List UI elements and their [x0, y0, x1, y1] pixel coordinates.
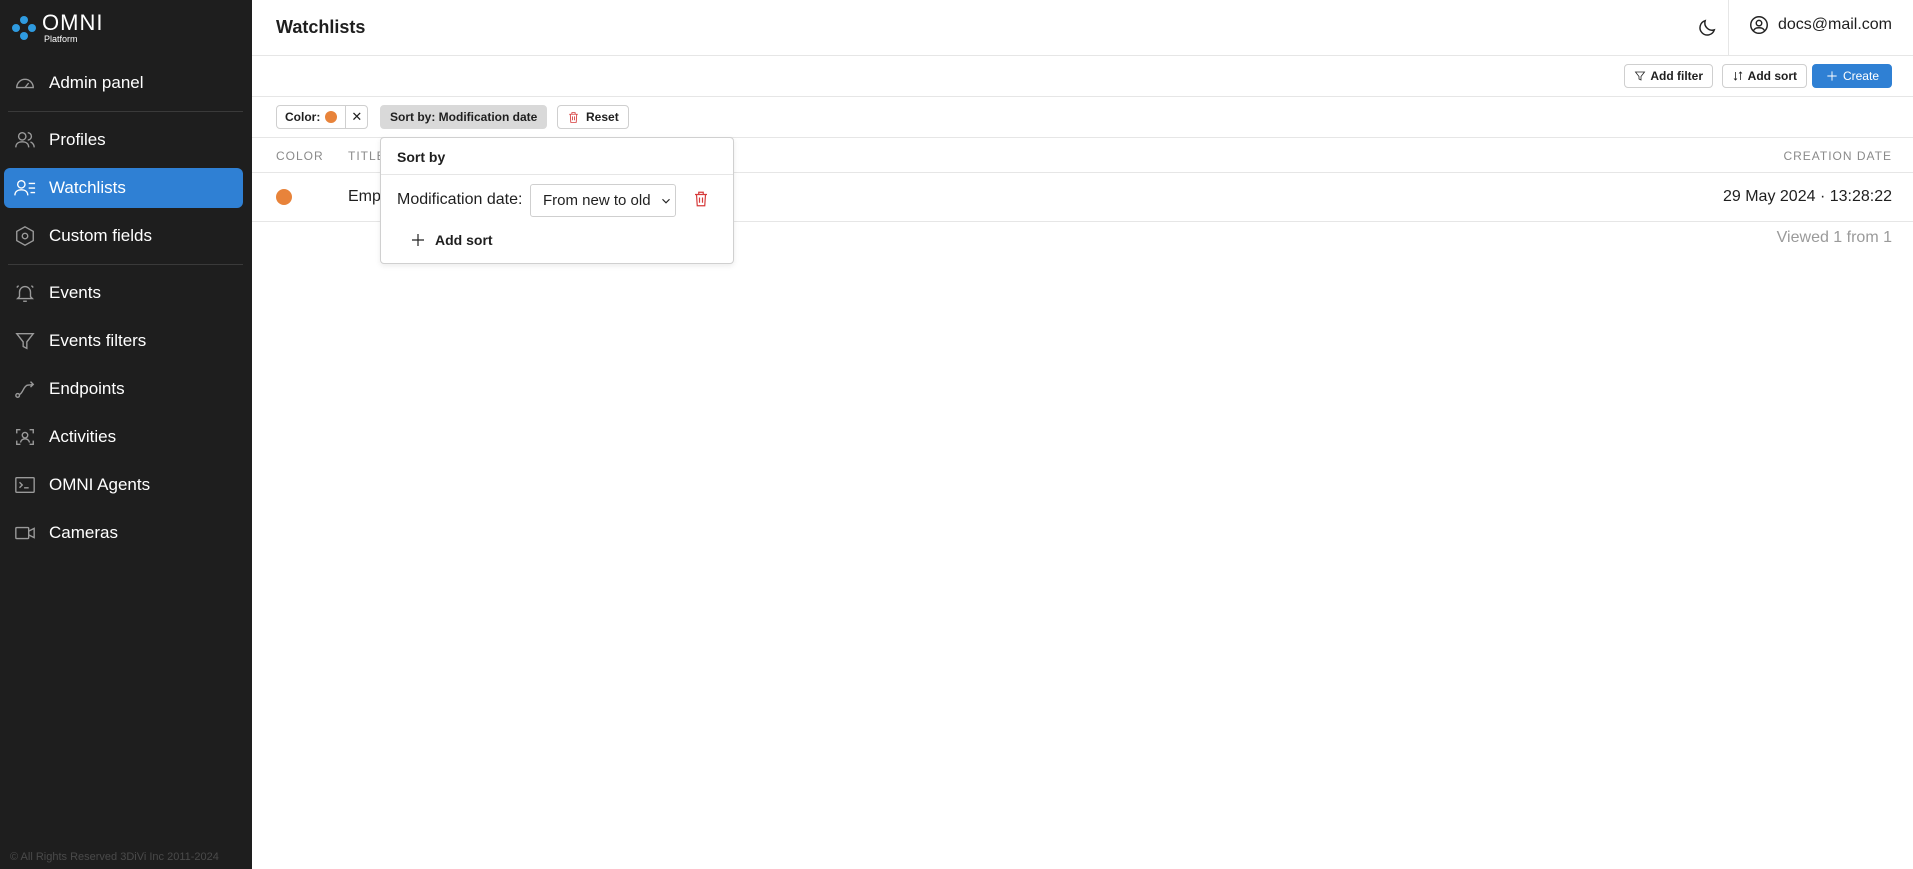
sidebar-item-endpoints[interactable]: Endpoints: [4, 369, 243, 409]
chevron-down-icon: [661, 198, 670, 204]
gauge-icon: [13, 71, 37, 95]
sidebar: OMNI Platform Admin panel Profiles Watch…: [0, 0, 252, 869]
add-filter-button[interactable]: Add filter: [1624, 64, 1713, 88]
sidebar-item-omni-agents[interactable]: OMNI Agents: [4, 465, 243, 505]
sort-icon: [1733, 71, 1742, 81]
copyright-text: © All Rights Reserved 3DiVi Inc 2011-202…: [10, 851, 219, 863]
route-icon: [13, 377, 37, 401]
sidebar-item-events[interactable]: Events: [4, 273, 243, 313]
top-header: Watchlists docs@mail.com: [252, 0, 1913, 56]
sidebar-item-activities[interactable]: Activities: [4, 417, 243, 457]
toolbar: Add filter Add sort Create: [252, 56, 1913, 97]
sort-chip[interactable]: Sort by: Modification date: [380, 105, 548, 129]
color-filter-label: Color:: [285, 110, 321, 124]
video-icon: [13, 521, 37, 545]
close-icon: ✕: [351, 109, 363, 124]
create-button[interactable]: Create: [1811, 64, 1892, 88]
sidebar-item-watchlists[interactable]: Watchlists: [4, 168, 243, 208]
user-email: docs@mail.com: [1777, 16, 1892, 33]
plus-icon: [412, 234, 424, 246]
sidebar-item-label: Admin panel: [49, 73, 144, 92]
sidebar-divider: [8, 111, 243, 112]
user-list-icon: [13, 176, 37, 200]
remove-color-filter-button[interactable]: ✕: [345, 106, 367, 128]
sort-field-label: Modification date:: [397, 191, 523, 208]
color-swatch: [325, 111, 338, 123]
popover-add-sort-label: Add sort: [435, 232, 493, 248]
sort-chip-label: Sort by: Modification date: [390, 110, 538, 124]
sidebar-item-label: Activities: [49, 427, 117, 446]
trash-icon: [569, 111, 578, 123]
logo-mark-icon: [12, 15, 36, 40]
terminal-icon: [13, 473, 37, 497]
color-filter-chip: Color: ✕: [276, 105, 369, 129]
user-menu[interactable]: docs@mail.com: [1748, 14, 1892, 36]
filter-icon: [13, 329, 37, 353]
sort-popover: Sort by Modification date: From new to o…: [380, 137, 734, 264]
sort-order-value: From new to old: [543, 192, 651, 209]
add-sort-button[interactable]: Add sort: [1721, 64, 1807, 88]
sort-order-select[interactable]: From new to old: [530, 184, 676, 217]
row-creation-date: 29 May 2024 · 13:28:22: [1722, 188, 1892, 205]
pagination-summary: Viewed 1 from 1: [1776, 229, 1892, 246]
delete-sort-button[interactable]: [692, 190, 712, 210]
column-header-color[interactable]: COLOR: [276, 149, 324, 163]
sidebar-item-label: Watchlists: [49, 178, 126, 197]
column-header-creation-date[interactable]: CREATION DATE: [1783, 149, 1892, 163]
sidebar-item-label: Profiles: [49, 130, 106, 149]
sort-popover-title: Sort by: [397, 149, 446, 165]
user-circle-icon: [1749, 16, 1768, 34]
omni-logo[interactable]: OMNI Platform: [0, 0, 252, 55]
plus-icon: [1827, 71, 1837, 81]
active-filters-bar: Color: ✕ Sort by: Modification date Rese…: [252, 97, 1913, 138]
page-title: Watchlists: [276, 17, 366, 37]
sidebar-item-custom-fields[interactable]: Custom fields: [4, 216, 243, 256]
hexagon-icon: [13, 224, 37, 248]
row-color-dot: [276, 189, 292, 205]
sidebar-item-label: OMNI Agents: [49, 475, 151, 494]
reset-label: Reset: [586, 110, 619, 124]
row-title: Emp: [348, 188, 381, 205]
sidebar-item-label: Events filters: [49, 331, 147, 350]
sidebar-item-label: Cameras: [49, 523, 118, 542]
sidebar-divider: [8, 264, 243, 265]
color-filter-chip-body[interactable]: Color:: [277, 106, 345, 128]
popover-add-sort-button[interactable]: Add sort: [409, 231, 493, 249]
bell-icon: [13, 281, 37, 305]
add-filter-label: Add filter: [1650, 69, 1703, 83]
sort-popover-divider: [381, 174, 733, 175]
filter-icon: [1635, 71, 1646, 81]
theme-toggle-button[interactable]: [1693, 14, 1721, 42]
moon-icon: [1699, 19, 1716, 36]
create-label: Create: [1842, 69, 1879, 83]
sidebar-item-cameras[interactable]: Cameras: [4, 513, 243, 553]
logo-subtitle: Platform: [44, 33, 78, 44]
sidebar-item-profiles[interactable]: Profiles: [4, 120, 243, 160]
users-icon: [13, 128, 37, 152]
trash-icon: [695, 191, 707, 207]
add-sort-label: Add sort: [1747, 69, 1797, 83]
scan-user-icon: [13, 425, 37, 449]
sidebar-item-admin-panel[interactable]: Admin panel: [4, 63, 243, 103]
sidebar-item-label: Events: [49, 283, 101, 302]
reset-button[interactable]: Reset: [557, 105, 629, 129]
sidebar-item-events-filters[interactable]: Events filters: [4, 321, 243, 361]
header-divider: [1728, 0, 1729, 56]
logo-name: OMNI: [42, 9, 104, 35]
sidebar-item-label: Endpoints: [49, 379, 125, 398]
sidebar-item-label: Custom fields: [49, 226, 152, 245]
